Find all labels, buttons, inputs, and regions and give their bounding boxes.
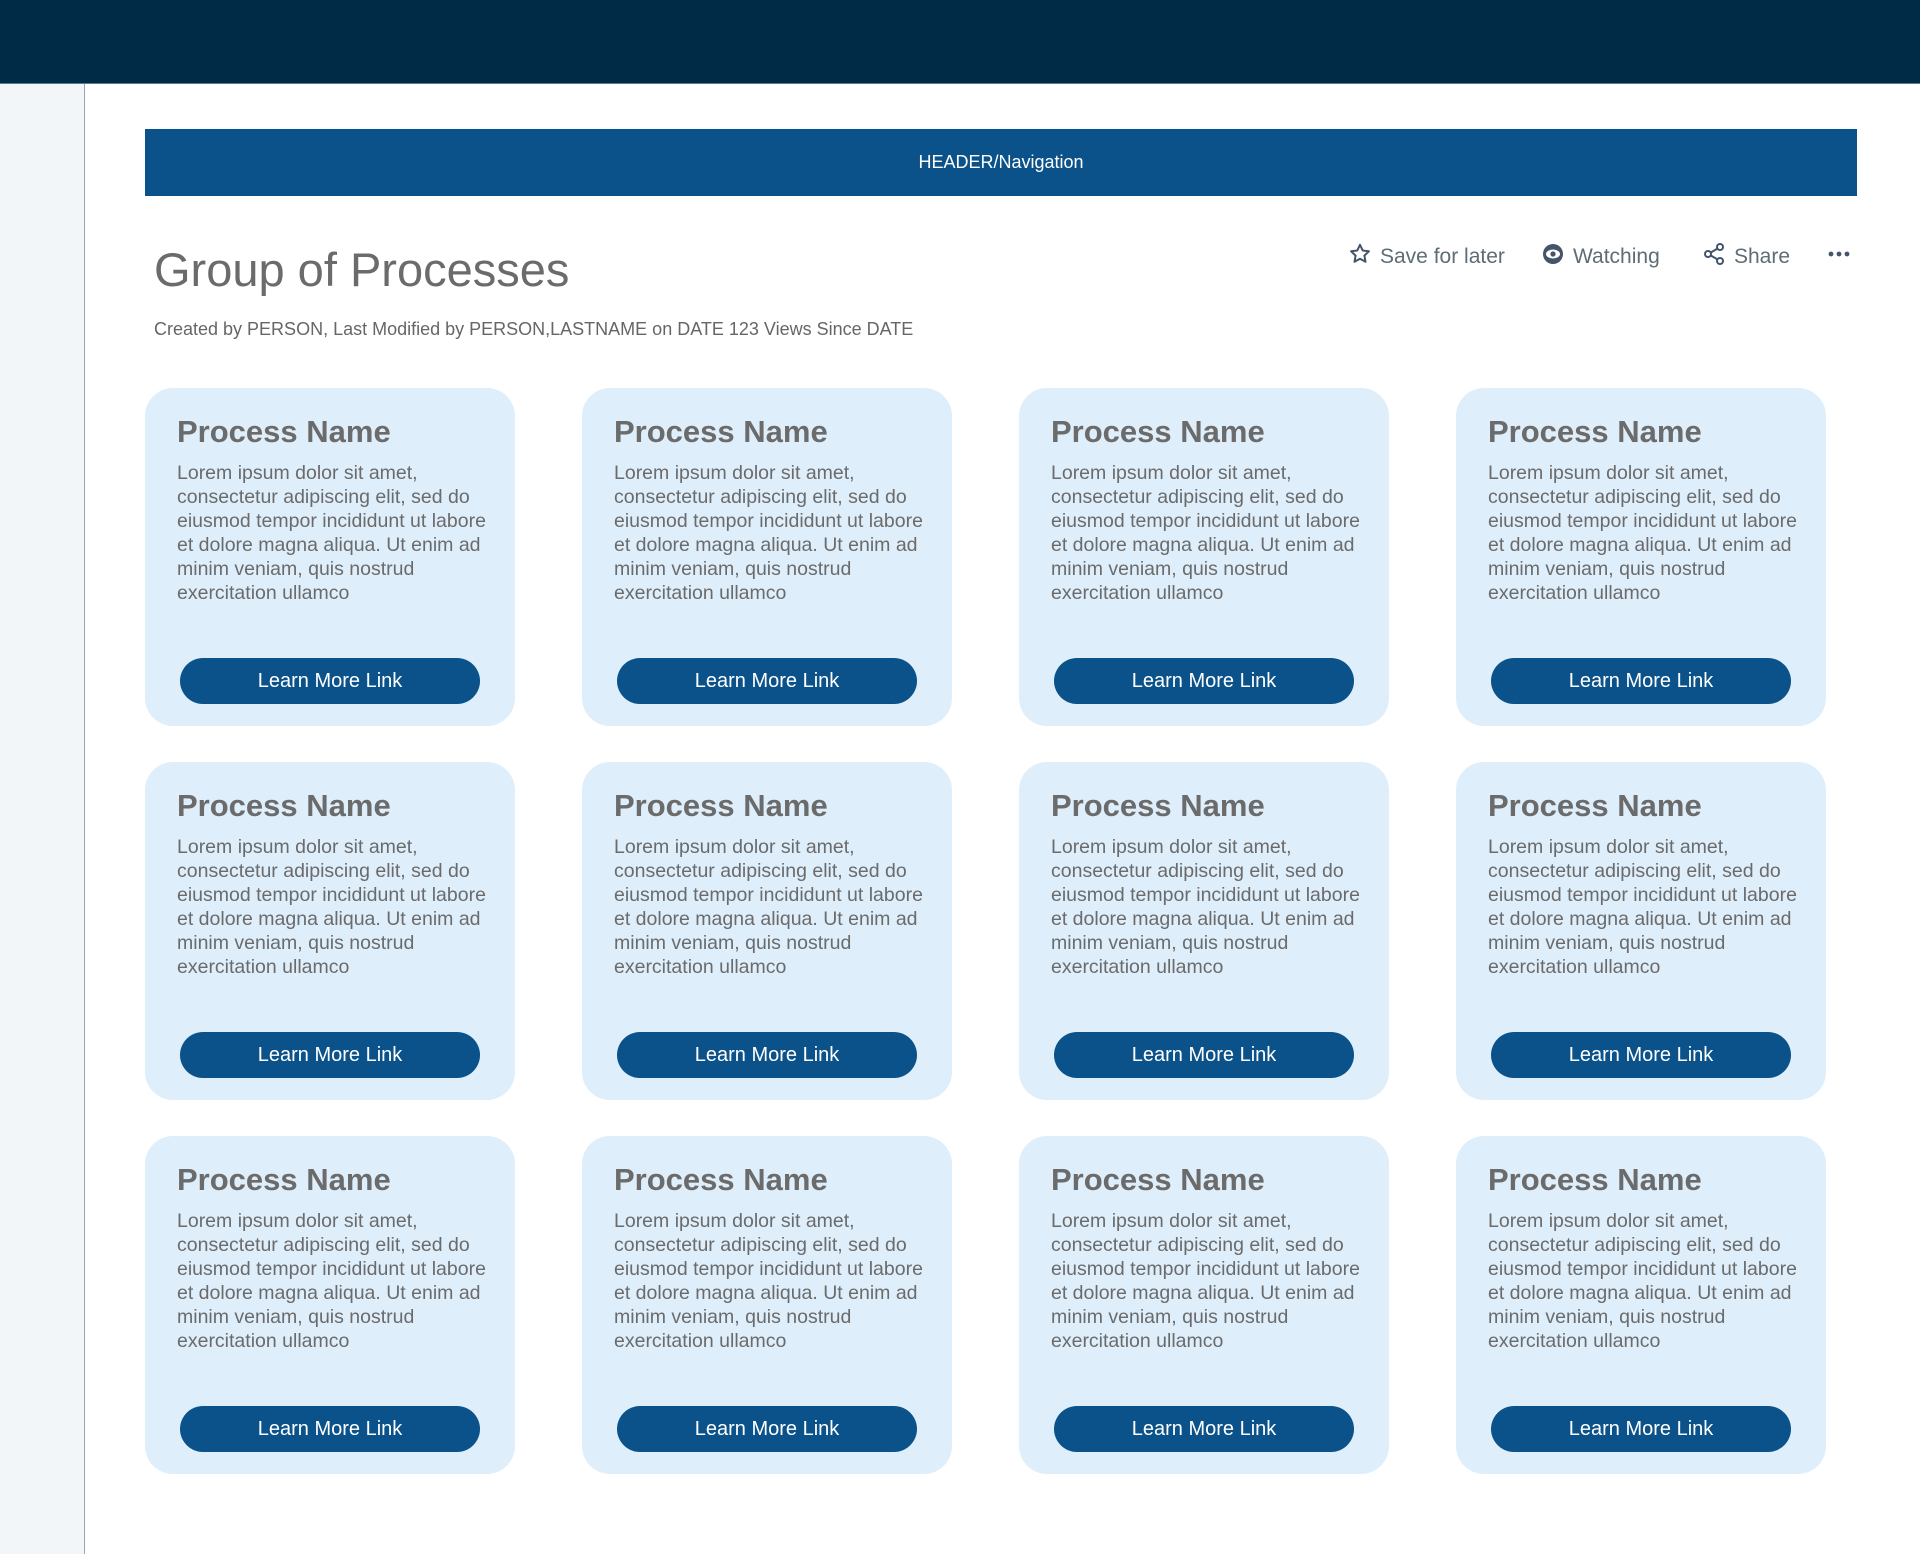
save-for-later-button[interactable]: Save for later	[1348, 242, 1505, 272]
process-card-title: Process Name	[177, 414, 391, 449]
process-card-title: Process Name	[1051, 788, 1265, 823]
process-card: Process Name Lorem ipsum dolor sit amet,…	[1019, 388, 1389, 726]
process-card-description: Lorem ipsum dolor sit amet, consectetur …	[614, 462, 923, 604]
share-label: Share	[1734, 245, 1791, 268]
process-card-description: Lorem ipsum dolor sit amet, consectetur …	[177, 1210, 486, 1352]
page-actions-toolbar: Save for later Watching Share	[1345, 240, 1857, 274]
process-card-title: Process Name	[1488, 414, 1702, 449]
share-button[interactable]: Share	[1702, 242, 1790, 272]
process-card: Process Name Lorem ipsum dolor sit amet,…	[1456, 1136, 1826, 1474]
process-card-description: Lorem ipsum dolor sit amet, consectetur …	[177, 462, 486, 604]
process-card-title: Process Name	[177, 1162, 391, 1197]
process-card: Process Name Lorem ipsum dolor sit amet,…	[582, 762, 952, 1100]
process-card: Process Name Lorem ipsum dolor sit amet,…	[145, 762, 515, 1100]
process-card-title: Process Name	[1488, 788, 1702, 823]
process-card-description: Lorem ipsum dolor sit amet, consectetur …	[1051, 836, 1360, 978]
left-sidebar-rail	[0, 84, 85, 1554]
learn-more-button[interactable]: Learn More Link	[1054, 658, 1354, 704]
process-card-description: Lorem ipsum dolor sit amet, consectetur …	[1488, 836, 1797, 978]
process-card-description: Lorem ipsum dolor sit amet, consectetur …	[177, 836, 486, 978]
learn-more-button[interactable]: Learn More Link	[1491, 1032, 1791, 1078]
process-card: Process Name Lorem ipsum dolor sit amet,…	[582, 388, 952, 726]
learn-more-button[interactable]: Learn More Link	[617, 658, 917, 704]
learn-more-button[interactable]: Learn More Link	[1054, 1032, 1354, 1078]
process-card: Process Name Lorem ipsum dolor sit amet,…	[1456, 388, 1826, 726]
save-for-later-label: Save for later	[1380, 245, 1505, 268]
learn-more-button[interactable]: Learn More Link	[180, 1032, 480, 1078]
learn-more-button[interactable]: Learn More Link	[617, 1032, 917, 1078]
process-card-description: Lorem ipsum dolor sit amet, consectetur …	[1488, 1210, 1797, 1352]
learn-more-button[interactable]: Learn More Link	[180, 658, 480, 704]
eye-icon	[1541, 242, 1573, 272]
process-card-description: Lorem ipsum dolor sit amet, consectetur …	[1488, 462, 1797, 604]
process-card-description: Lorem ipsum dolor sit amet, consectetur …	[614, 836, 923, 978]
learn-more-button[interactable]: Learn More Link	[1491, 1406, 1791, 1452]
process-card: Process Name Lorem ipsum dolor sit amet,…	[1019, 762, 1389, 1100]
process-card-description: Lorem ipsum dolor sit amet, consectetur …	[614, 1210, 923, 1352]
learn-more-button[interactable]: Learn More Link	[1491, 658, 1791, 704]
process-card-title: Process Name	[614, 1162, 828, 1197]
learn-more-button[interactable]: Learn More Link	[1054, 1406, 1354, 1452]
watching-button[interactable]: Watching	[1541, 242, 1660, 272]
top-app-bar	[0, 0, 1920, 84]
share-icon	[1702, 242, 1734, 272]
process-card-title: Process Name	[614, 788, 828, 823]
watching-label: Watching	[1573, 245, 1660, 268]
process-card-title: Process Name	[614, 414, 828, 449]
process-card-title: Process Name	[177, 788, 391, 823]
learn-more-button[interactable]: Learn More Link	[180, 1406, 480, 1452]
more-horizontal-icon	[1826, 242, 1860, 272]
process-card: Process Name Lorem ipsum dolor sit amet,…	[582, 1136, 952, 1474]
page-title: Group of Processes	[154, 243, 570, 296]
header-navigation-label: HEADER/Navigation	[918, 152, 1084, 172]
process-card: Process Name Lorem ipsum dolor sit amet,…	[145, 388, 515, 726]
more-actions-button[interactable]	[1826, 242, 1860, 272]
process-card-title: Process Name	[1488, 1162, 1702, 1197]
header-navigation-banner[interactable]: HEADER/Navigation	[145, 129, 1857, 196]
process-card-title: Process Name	[1051, 414, 1265, 449]
star-icon	[1348, 242, 1380, 272]
process-card-title: Process Name	[1051, 1162, 1265, 1197]
learn-more-button[interactable]: Learn More Link	[617, 1406, 917, 1452]
process-card: Process Name Lorem ipsum dolor sit amet,…	[1456, 762, 1826, 1100]
process-card-description: Lorem ipsum dolor sit amet, consectetur …	[1051, 1210, 1360, 1352]
process-card: Process Name Lorem ipsum dolor sit amet,…	[145, 1136, 515, 1474]
process-card-description: Lorem ipsum dolor sit amet, consectetur …	[1051, 462, 1360, 604]
process-card: Process Name Lorem ipsum dolor sit amet,…	[1019, 1136, 1389, 1474]
page-metadata: Created by PERSON, Last Modified by PERS…	[154, 319, 914, 339]
